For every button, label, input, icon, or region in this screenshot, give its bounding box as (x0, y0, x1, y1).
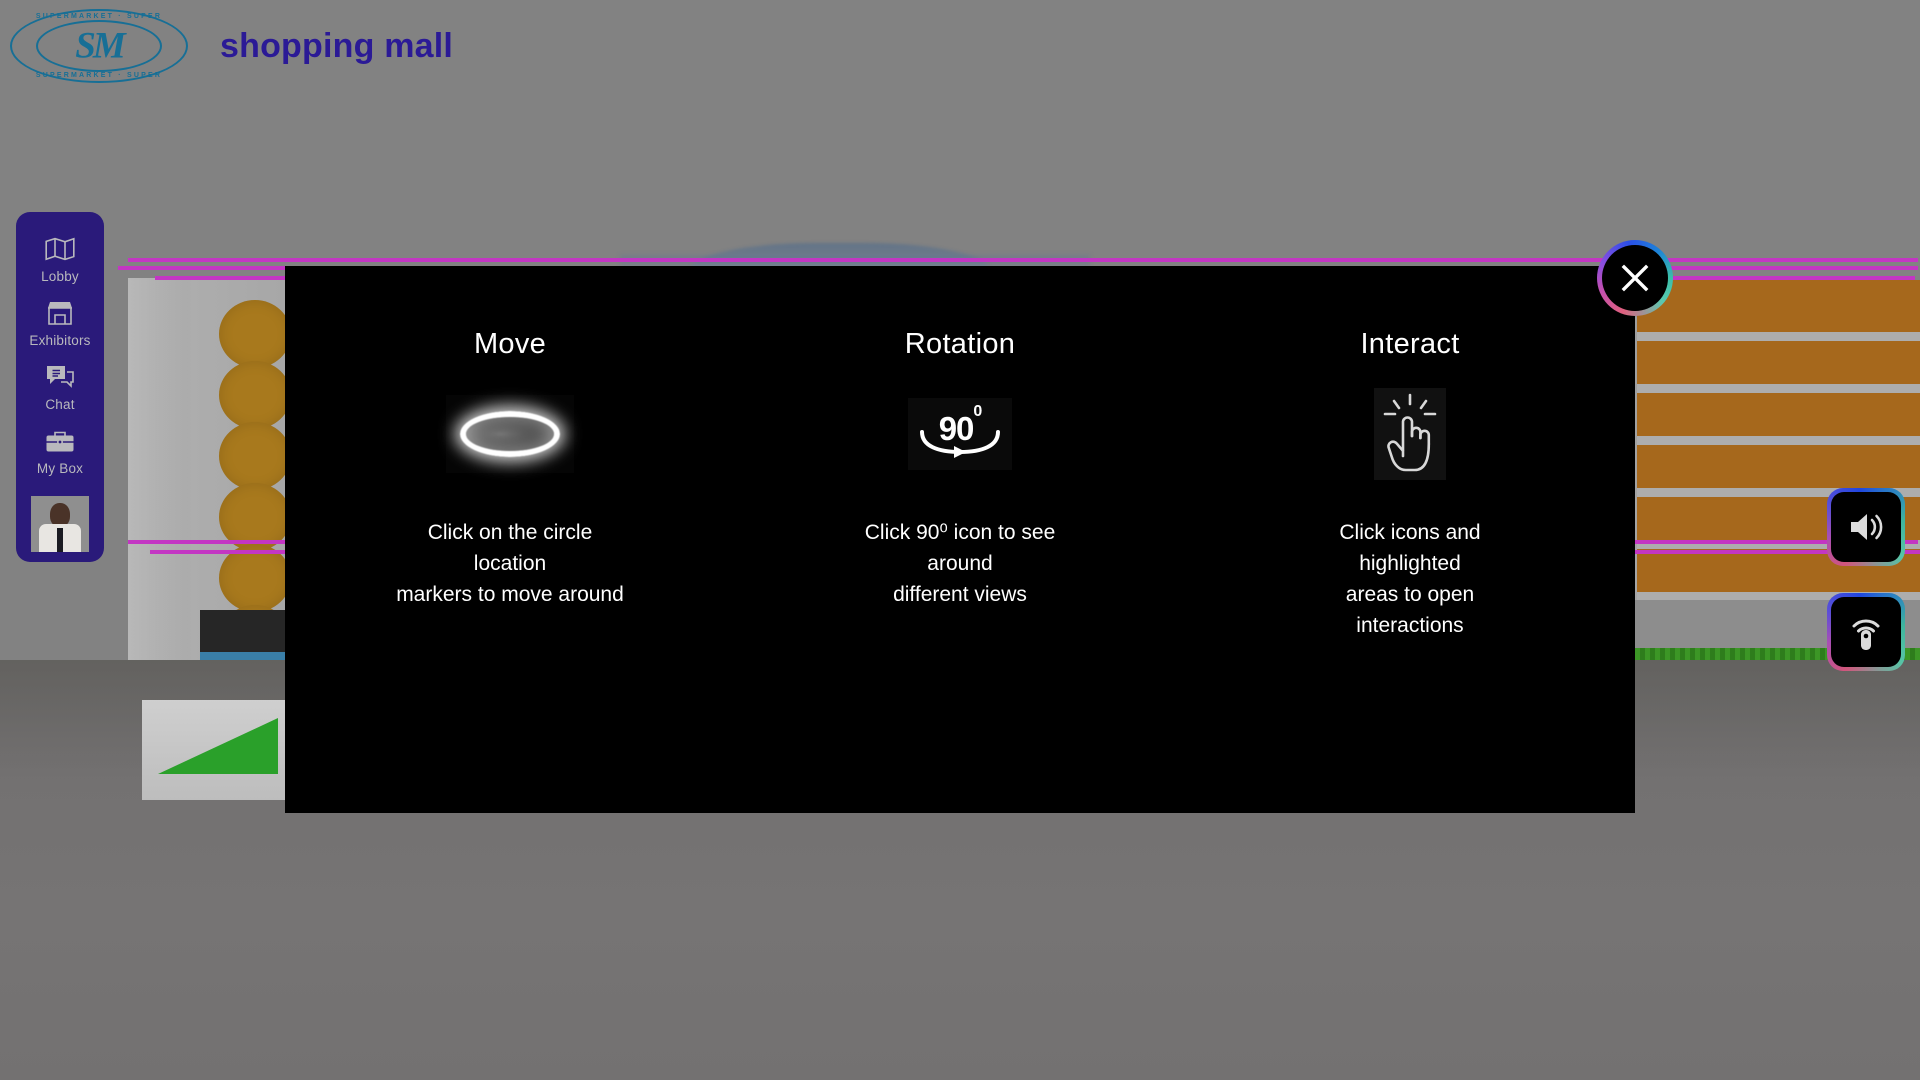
sidebar-item-label: Chat (45, 397, 75, 412)
sidebar-item-label: My Box (36, 461, 84, 476)
scene-dot (218, 361, 291, 429)
store-icon (43, 298, 77, 328)
column-icon: 900 (908, 385, 1012, 483)
scene-building-stripe (1637, 436, 1920, 445)
description-line: interactions (1356, 614, 1464, 637)
description-line: different views (893, 583, 1027, 606)
scene-building-stripe (1637, 332, 1920, 341)
scene-dot (218, 300, 291, 368)
column-title: Rotation (904, 328, 1016, 360)
instruction-column-rotation: Rotation 900 Click 90⁰ icon to see aroun… (765, 328, 1155, 610)
sidebar-item-lobby[interactable]: Lobby (16, 226, 104, 290)
briefcase-icon (43, 426, 77, 456)
virtual-mall-app: SUPERMARKET · SUPER SM SUPERMARKET · SUP… (0, 0, 1920, 1080)
description-line: markers to move around (396, 583, 624, 606)
chat-bubbles-icon (43, 362, 77, 392)
description-line: areas to open (1345, 583, 1475, 606)
description-line: highlighted (1359, 552, 1461, 575)
column-title: Move (473, 328, 547, 360)
column-title: Interact (1360, 328, 1460, 360)
volume-button[interactable] (1827, 488, 1905, 566)
logo-ring-text-bottom: SUPERMARKET · SUPER (35, 72, 163, 79)
speaker-volume-icon (1846, 509, 1886, 545)
column-icon (446, 385, 574, 483)
scene-left-building-highlight (128, 278, 188, 668)
location-marker-ellipse-icon (446, 395, 574, 473)
avatar[interactable] (31, 496, 89, 552)
sidebar-item-label: Lobby (41, 269, 79, 284)
broadcast-button-face (1831, 597, 1901, 667)
click-hand-icon (1374, 388, 1446, 480)
left-sidebar-nav: Lobby Exhibitors Chat My Box (16, 212, 104, 562)
column-description: Click icons and highlighted areas to ope… (1339, 517, 1480, 641)
description-line: Click on the circle (427, 521, 593, 544)
avatar-tie (57, 528, 63, 552)
scene-dot (218, 422, 291, 490)
rotate-arrow-glyph (920, 430, 1000, 458)
instruction-column-interact: Interact Click icons and highlighted are… (1215, 328, 1605, 641)
volume-button-face (1831, 492, 1901, 562)
remote-signal-icon (1847, 612, 1885, 652)
sidebar-item-label: Exhibitors (29, 333, 91, 348)
column-icon (1374, 385, 1446, 483)
sidebar-item-exhibitors[interactable]: Exhibitors (16, 290, 104, 354)
ellipse-ring-shape (460, 411, 560, 457)
column-description: Click 90⁰ icon to see around different v… (865, 517, 1056, 610)
rotate-90-degrees-icon: 900 (908, 398, 1012, 470)
instructions-modal: Move Click on the circle location marker… (285, 266, 1635, 813)
close-button-face (1602, 245, 1668, 311)
close-modal-button[interactable] (1597, 240, 1673, 316)
description-line: around (927, 552, 993, 575)
logo-ring-text-top: SUPERMARKET · SUPER (35, 13, 163, 20)
page-title: shopping mall (220, 26, 454, 65)
user-avatar-thumbnail (31, 496, 89, 552)
scene-building-stripe (1637, 384, 1920, 393)
app-header: SUPERMARKET · SUPER SM SUPERMARKET · SUP… (0, 0, 1920, 92)
broadcast-button[interactable] (1827, 593, 1905, 671)
description-line: Click icons and (1339, 521, 1481, 544)
scene-action-buttons (1827, 488, 1905, 671)
map-icon (43, 234, 77, 264)
sm-supermarket-seal-logo[interactable]: SUPERMARKET · SUPER SM SUPERMARKET · SUP… (10, 9, 188, 83)
logo-monogram: SM (75, 25, 125, 67)
column-description: Click on the circle location markers to … (396, 517, 624, 610)
sidebar-item-chat[interactable]: Chat (16, 354, 104, 418)
instruction-column-move: Move Click on the circle location marker… (315, 328, 705, 610)
close-x-icon (1618, 261, 1652, 295)
description-line: Click 90⁰ icon to see (864, 521, 1056, 544)
description-line: location (473, 552, 547, 575)
scene-dot (218, 544, 291, 612)
sidebar-item-my-box[interactable]: My Box (16, 418, 104, 482)
